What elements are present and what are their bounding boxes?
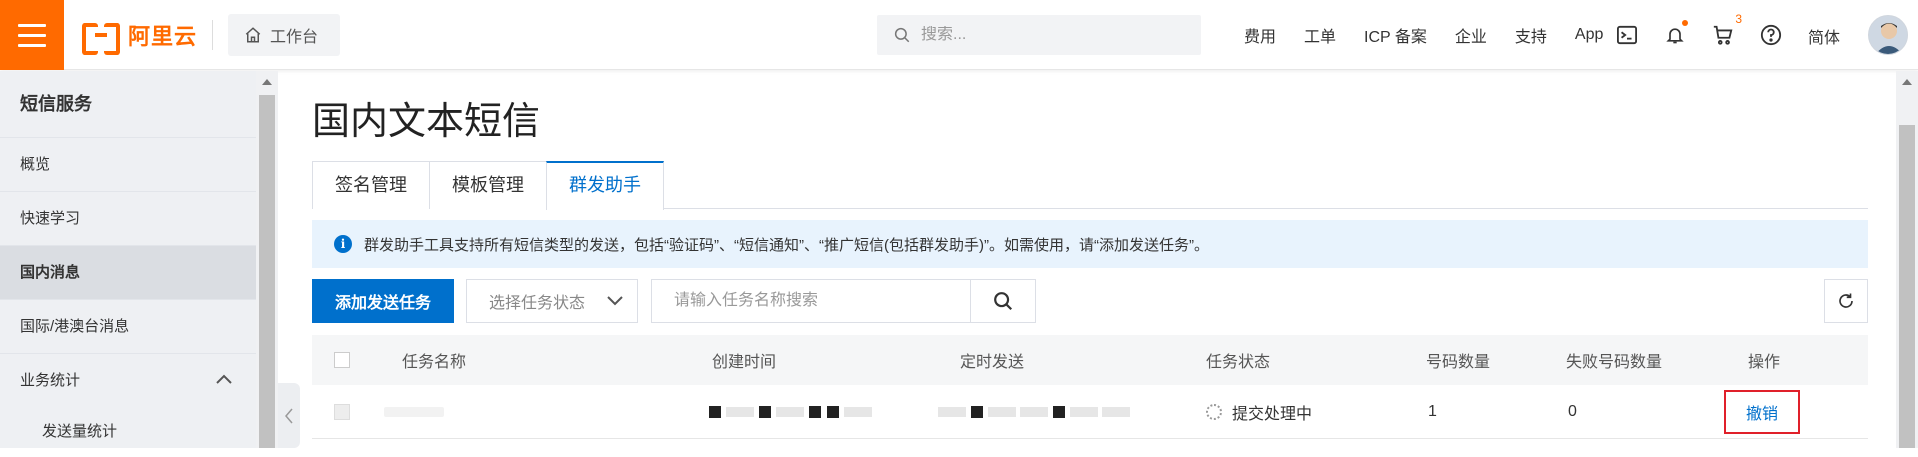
task-status-text: 提交处理中 (1232, 405, 1313, 423)
aliyun-logo-mark (82, 23, 120, 55)
header-links: 费用 工单 ICP 备案 企业 支持 App (1230, 0, 1617, 70)
column-header-scheduled-send[interactable]: 定时发送 (960, 335, 1024, 385)
table-header: 任务名称 创建时间 定时发送 任务状态 号码数量 失败号码数量 操作 (312, 335, 1868, 385)
row-checkbox[interactable] (334, 403, 350, 420)
info-notice-text: 群发助手工具支持所有短信类型的发送，包括“验证码”、“短信通知”、“推广短信(包… (364, 236, 1209, 254)
scroll-up-arrow-icon[interactable] (1902, 79, 1912, 85)
loading-spinner-icon (1206, 403, 1222, 420)
add-send-task-button[interactable]: 添加发送任务 (312, 279, 454, 323)
chevron-up-icon (216, 374, 232, 384)
tab-template-management[interactable]: 模板管理 (429, 161, 547, 209)
page-title: 国内文本短信 (312, 101, 541, 143)
column-header-number-count[interactable]: 号码数量 (1426, 335, 1490, 385)
sidebar-collapse-handle[interactable] (278, 383, 300, 448)
revoke-task-link[interactable]: 撤销 (1724, 389, 1801, 434)
cart-icon[interactable]: 3 (1710, 12, 1742, 48)
task-table: 任务名称 创建时间 定时发送 任务状态 号码数量 失败号码数量 操作 提交处理中… (312, 335, 1868, 439)
home-icon (245, 27, 261, 43)
task-toolbar: 添加发送任务 选择任务状态 (312, 279, 1868, 323)
global-search-input[interactable] (921, 26, 1181, 44)
task-status-select[interactable]: 选择任务状态 (466, 279, 638, 323)
task-status-cell: 提交处理中 (1206, 385, 1312, 438)
cart-count-badge: 3 (1735, 12, 1742, 26)
task-status-select-placeholder: 选择任务状态 (489, 295, 586, 312)
sidebar-item-send-volume-stats[interactable]: 发送量统计 (0, 407, 256, 449)
task-name-redacted (384, 385, 444, 438)
nav-link-icp[interactable]: ICP 备案 (1350, 23, 1441, 47)
terminal-icon[interactable] (1614, 22, 1640, 48)
sidebar-item-domestic-messages[interactable]: 国内消息 (0, 245, 256, 299)
nav-link-fees[interactable]: 费用 (1230, 23, 1290, 47)
nav-link-support[interactable]: 支持 (1501, 23, 1561, 47)
task-search-field (651, 279, 971, 323)
chevron-down-icon (607, 296, 623, 306)
tab-signature-management[interactable]: 签名管理 (312, 161, 430, 209)
info-notice: i 群发助手工具支持所有短信类型的发送，包括“验证码”、“短信通知”、“推广短信… (312, 220, 1868, 268)
aliyun-logo[interactable]: 阿里云 (82, 20, 198, 55)
info-icon: i (334, 235, 352, 253)
hamburger-line (18, 23, 46, 27)
bell-icon[interactable] (1662, 20, 1688, 48)
search-icon (994, 292, 1013, 311)
task-search-button[interactable] (970, 279, 1036, 323)
workbench-button[interactable]: 工作台 (228, 14, 340, 56)
sidebar-scroll-thumb[interactable] (259, 95, 275, 448)
header-divider (212, 20, 213, 50)
language-switch[interactable]: 简体 (1808, 24, 1840, 48)
sidebar-item-quick-learning[interactable]: 快速学习 (0, 191, 256, 245)
main-scroll-thumb[interactable] (1899, 125, 1915, 448)
column-header-actions: 操作 (1748, 354, 1781, 371)
top-navigation-bar: 阿里云 工作台 费用 工单 ICP 备案 企业 支持 App 3 简体 (0, 0, 1918, 70)
sidebar-scrollbar[interactable] (256, 71, 278, 448)
logo-text: 阿里云 (128, 24, 198, 49)
workbench-label: 工作台 (270, 29, 319, 46)
sidebar-item-label: 业务统计 (20, 372, 81, 389)
tab-bulk-send-assistant[interactable]: 群发助手 (546, 161, 664, 210)
refresh-icon (1839, 293, 1853, 308)
sidebar: 短信服务 概览 快速学习 国内消息 国际/港澳台消息 业务统计 发送量统计 (0, 71, 256, 448)
scheduled-send-redacted (936, 385, 1132, 438)
refresh-button[interactable] (1824, 279, 1868, 323)
hamburger-line (18, 43, 46, 47)
help-icon[interactable] (1758, 22, 1784, 48)
hamburger-line (18, 33, 46, 37)
created-time-redacted (706, 385, 874, 438)
number-count-cell: 1 (1428, 402, 1437, 420)
scroll-up-arrow-icon[interactable] (262, 79, 272, 85)
column-header-created-time[interactable]: 创建时间 (712, 335, 776, 385)
search-icon (894, 27, 910, 43)
task-search-input[interactable] (652, 280, 970, 322)
nav-link-app[interactable]: App (1561, 26, 1617, 44)
column-header-task-status[interactable]: 任务状态 (1206, 335, 1270, 385)
sidebar-item-overview[interactable]: 概览 (0, 137, 256, 191)
sidebar-item-international-messages[interactable]: 国际/港澳台消息 (0, 299, 256, 353)
tab-bar: 签名管理 模板管理 群发助手 (312, 161, 1868, 210)
select-all-checkbox[interactable] (334, 352, 350, 368)
main-scrollbar[interactable] (1896, 71, 1918, 448)
notification-dot (1682, 20, 1688, 26)
table-row: 提交处理中 1 0 撤销 (312, 385, 1868, 439)
nav-link-tickets[interactable]: 工单 (1290, 23, 1350, 47)
user-avatar[interactable] (1868, 15, 1908, 55)
global-search[interactable] (877, 15, 1201, 55)
failed-count-cell: 0 (1568, 402, 1577, 420)
menu-toggle-button[interactable] (0, 0, 64, 70)
nav-link-enterprise[interactable]: 企业 (1441, 23, 1501, 47)
column-header-failed-count[interactable]: 失败号码数量 (1566, 335, 1662, 385)
chevron-left-icon (285, 408, 293, 423)
sidebar-item-business-stats[interactable]: 业务统计 (0, 353, 256, 407)
column-header-task-name[interactable]: 任务名称 (402, 335, 466, 385)
sidebar-title: 短信服务 (20, 94, 92, 114)
